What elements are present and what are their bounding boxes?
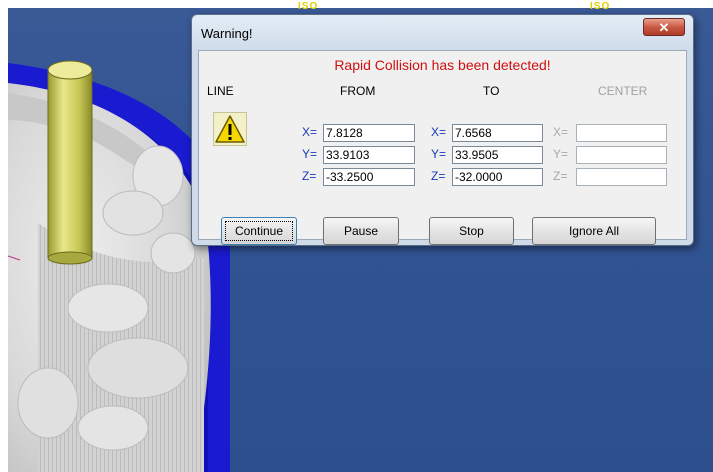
iso-label: ISO [298, 1, 319, 12]
stop-button[interactable]: Stop [429, 217, 514, 245]
to-z-label: Z= [431, 169, 446, 183]
pause-label: Pause [343, 224, 379, 238]
column-line: LINE [207, 84, 234, 98]
center-x-field [576, 124, 667, 142]
pause-button[interactable]: Pause [323, 217, 399, 245]
from-y-field[interactable]: 33.9103 [323, 146, 415, 164]
from-z-label: Z= [302, 169, 317, 183]
cutting-tool [47, 69, 93, 259]
center-y-label: Y= [553, 147, 569, 161]
column-to: TO [483, 84, 500, 98]
to-z-field[interactable]: -32.0000 [452, 168, 543, 186]
dialog-title: Warning! [201, 26, 253, 41]
iso-label: ISO [590, 1, 611, 12]
close-button[interactable]: ✕ [643, 18, 685, 36]
to-x-field[interactable]: 7.6568 [452, 124, 543, 142]
from-x-field[interactable]: 7.8128 [323, 124, 415, 142]
collision-message: Rapid Collision has been detected! [334, 57, 551, 73]
stop-label: Stop [459, 224, 484, 238]
center-x-label: X= [553, 125, 569, 139]
close-icon: ✕ [658, 20, 670, 35]
warning-icon [213, 112, 247, 146]
ignore-all-label: Ignore All [568, 224, 620, 238]
from-x-label: X= [302, 125, 318, 139]
to-y-field[interactable]: 33.9505 [452, 146, 543, 164]
center-y-field [576, 146, 667, 164]
from-y-label: Y= [302, 147, 318, 161]
warning-dialog: Warning! ✕ Rapid Collision has been dete… [191, 14, 694, 246]
center-z-label: Z= [553, 169, 568, 183]
column-center: CENTER [598, 84, 648, 98]
focus-rect [225, 221, 293, 241]
continue-button[interactable]: Continue [221, 217, 297, 245]
column-from: FROM [340, 84, 376, 98]
to-y-label: Y= [431, 147, 447, 161]
ignore-all-button[interactable]: Ignore All [532, 217, 656, 245]
dialog-body: Rapid Collision has been detected! LINE … [198, 50, 687, 245]
center-z-field [576, 168, 667, 186]
from-z-field[interactable]: -33.2500 [323, 168, 415, 186]
dialog-titlebar[interactable]: Warning! ✕ [192, 15, 693, 50]
to-x-label: X= [431, 125, 447, 139]
